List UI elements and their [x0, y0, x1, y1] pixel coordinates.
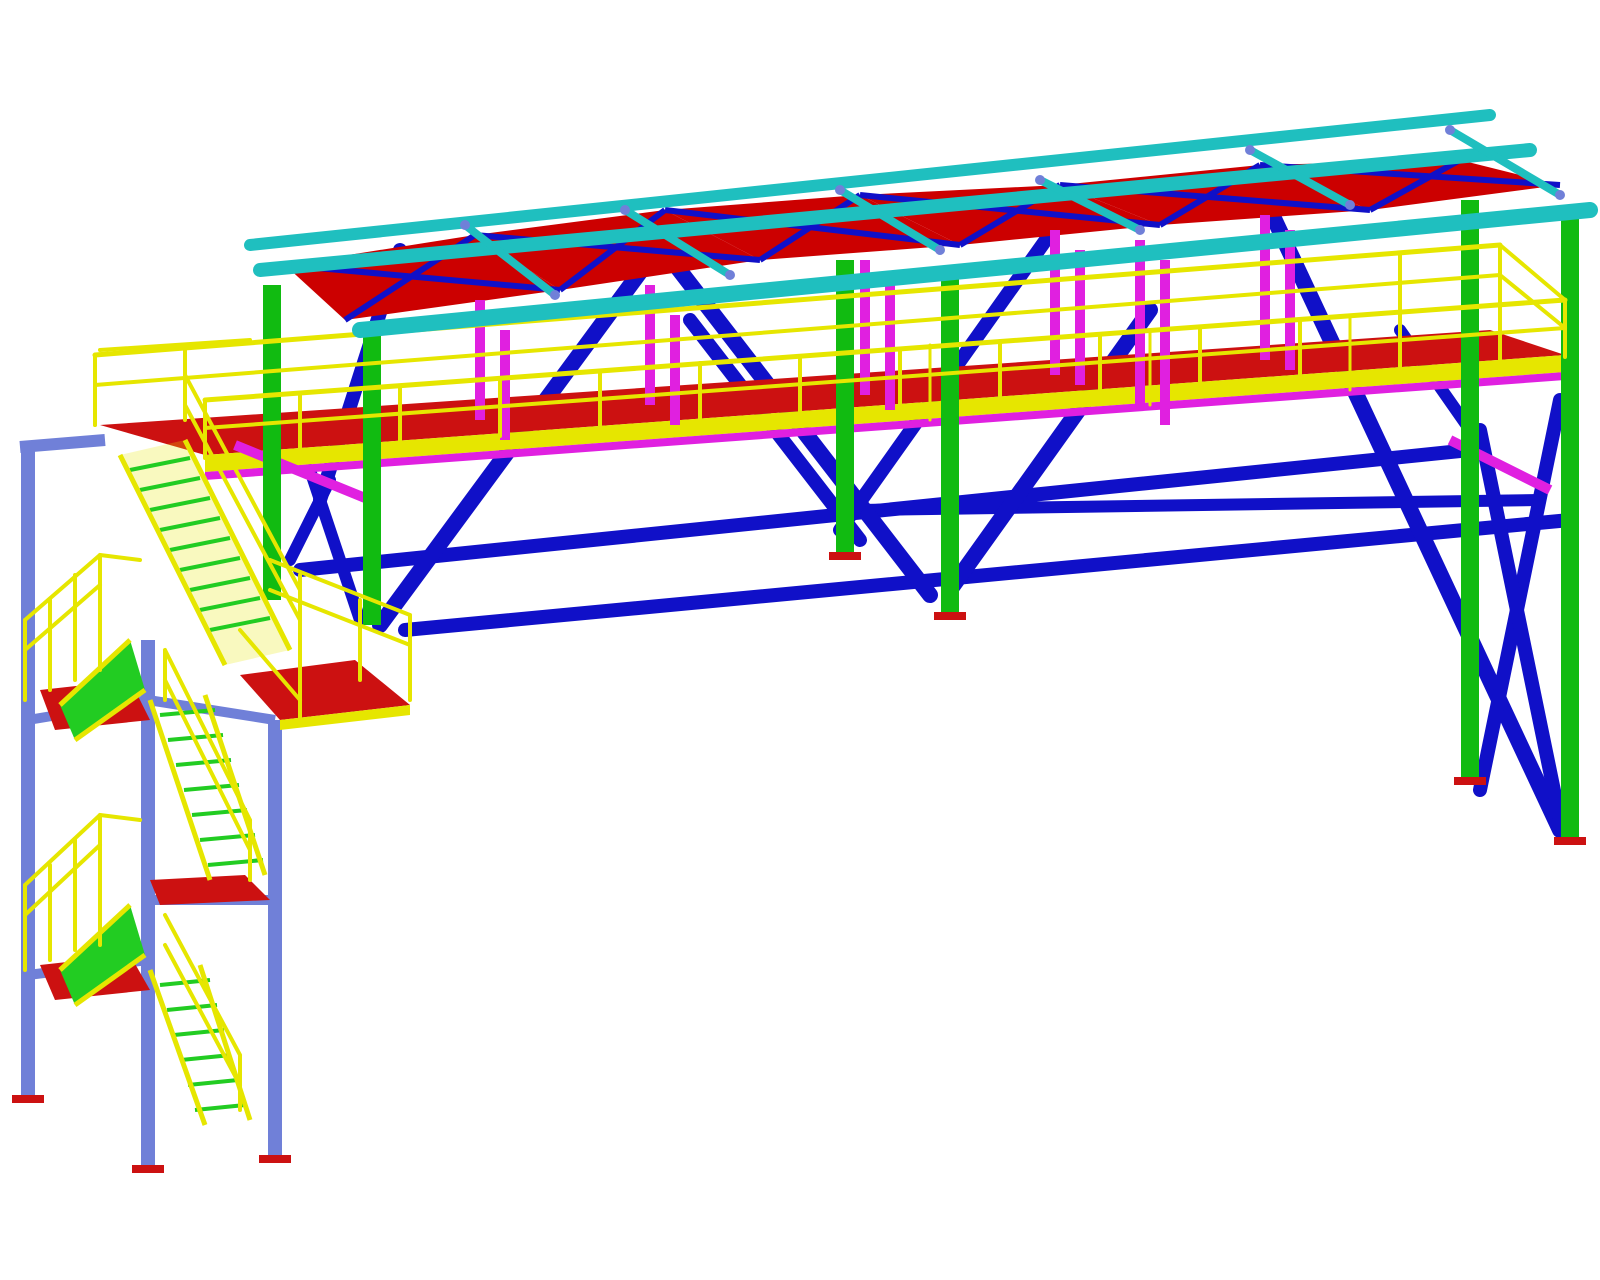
base-plate-5 [934, 612, 966, 620]
model-viewport[interactable] [0, 0, 1600, 1280]
base-plate-6 [1454, 777, 1486, 785]
stair-flights [58, 438, 293, 1126]
base-plate-2 [132, 1165, 164, 1173]
tower-top-beam [19, 434, 106, 453]
base-plate-3 [259, 1155, 291, 1163]
base-plate-1 [12, 1095, 44, 1103]
base-plate-7 [1554, 837, 1586, 845]
base-plate-4 [829, 552, 861, 560]
steel-structure-3d-model [12, 109, 1598, 1173]
